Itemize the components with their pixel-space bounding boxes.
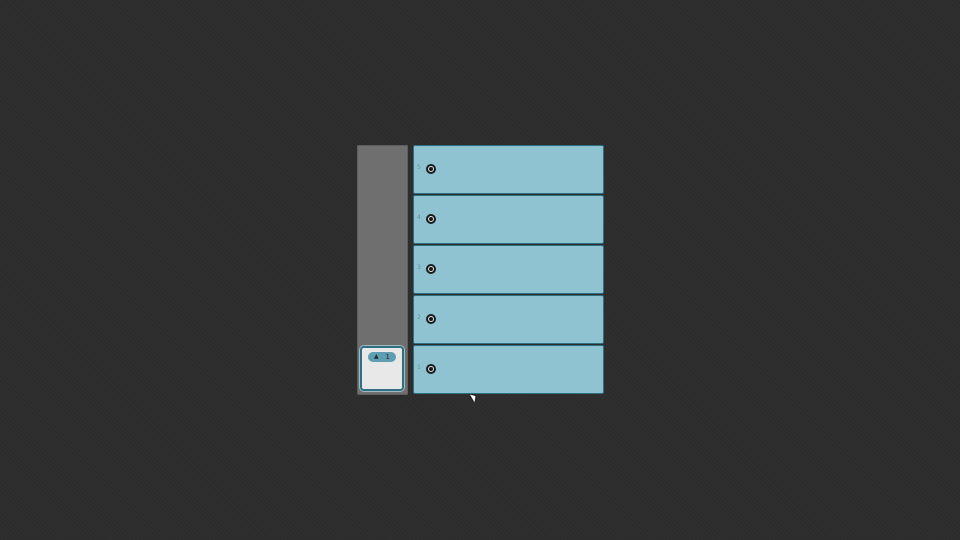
row-index: 4 xyxy=(417,214,421,221)
radio-icon[interactable] xyxy=(426,364,436,374)
option-list: 5 4 3 2 1 xyxy=(413,145,604,395)
option-row[interactable]: 5 xyxy=(413,145,604,194)
token-tile[interactable]: ▲ 1 xyxy=(360,346,404,391)
canvas: ▲ 1 5 4 3 2 1 xyxy=(0,0,960,540)
radio-icon[interactable] xyxy=(426,164,436,174)
option-row[interactable]: 1 xyxy=(413,345,604,394)
row-index: 3 xyxy=(417,264,421,271)
radio-icon[interactable] xyxy=(426,264,436,274)
row-index: 5 xyxy=(417,164,421,171)
option-row[interactable]: 2 xyxy=(413,295,604,344)
radio-icon[interactable] xyxy=(426,314,436,324)
row-index: 2 xyxy=(417,314,421,321)
radio-icon[interactable] xyxy=(426,214,436,224)
side-rack: ▲ 1 xyxy=(357,145,408,395)
option-row[interactable]: 3 xyxy=(413,245,604,294)
option-row[interactable]: 4 xyxy=(413,195,604,244)
token-badge: ▲ 1 xyxy=(368,352,396,362)
row-index: 1 xyxy=(417,364,421,371)
token-count: 1 xyxy=(385,353,390,361)
arrow-up-icon: ▲ xyxy=(374,353,379,360)
